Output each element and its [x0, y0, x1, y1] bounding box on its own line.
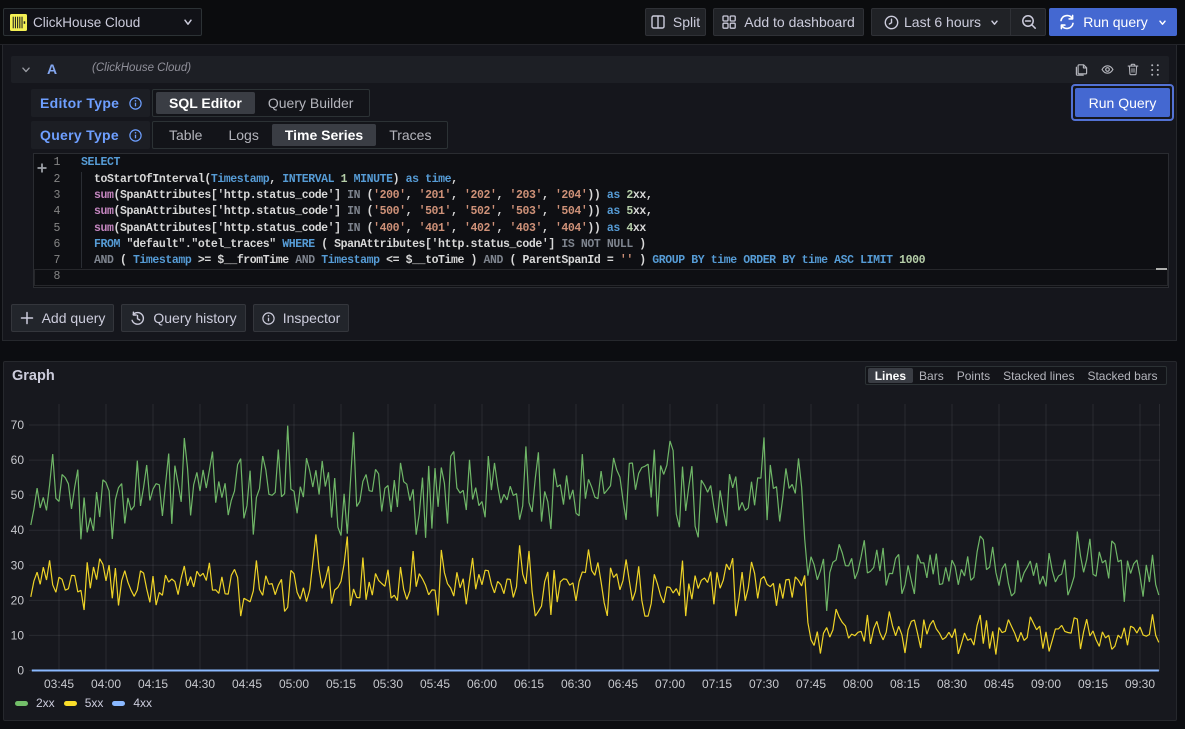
svg-text:06:15: 06:15: [514, 677, 544, 691]
svg-text:06:30: 06:30: [561, 677, 591, 691]
svg-text:04:15: 04:15: [138, 677, 168, 691]
svg-text:05:45: 05:45: [420, 677, 450, 691]
svg-text:70: 70: [11, 418, 25, 432]
svg-text:09:00: 09:00: [1031, 677, 1061, 691]
svg-text:06:00: 06:00: [467, 677, 497, 691]
svg-text:07:30: 07:30: [749, 677, 779, 691]
svg-text:06:45: 06:45: [608, 677, 638, 691]
svg-text:60: 60: [11, 453, 25, 467]
svg-text:04:00: 04:00: [91, 677, 121, 691]
svg-text:05:30: 05:30: [373, 677, 403, 691]
svg-text:09:15: 09:15: [1078, 677, 1108, 691]
svg-text:10: 10: [11, 628, 25, 642]
svg-text:08:00: 08:00: [843, 677, 873, 691]
svg-text:05:00: 05:00: [279, 677, 309, 691]
svg-text:20: 20: [11, 593, 25, 607]
svg-text:08:30: 08:30: [937, 677, 967, 691]
svg-text:30: 30: [11, 558, 25, 572]
svg-text:07:00: 07:00: [655, 677, 685, 691]
svg-text:07:45: 07:45: [796, 677, 826, 691]
svg-text:03:45: 03:45: [44, 677, 74, 691]
svg-text:07:15: 07:15: [702, 677, 732, 691]
svg-text:08:15: 08:15: [890, 677, 920, 691]
svg-text:0: 0: [17, 664, 24, 678]
svg-text:40: 40: [11, 523, 25, 537]
svg-text:50: 50: [11, 488, 25, 502]
svg-text:05:15: 05:15: [326, 677, 356, 691]
svg-text:08:45: 08:45: [984, 677, 1014, 691]
svg-text:04:30: 04:30: [185, 677, 215, 691]
svg-text:04:45: 04:45: [232, 677, 262, 691]
svg-text:09:30: 09:30: [1125, 677, 1155, 691]
